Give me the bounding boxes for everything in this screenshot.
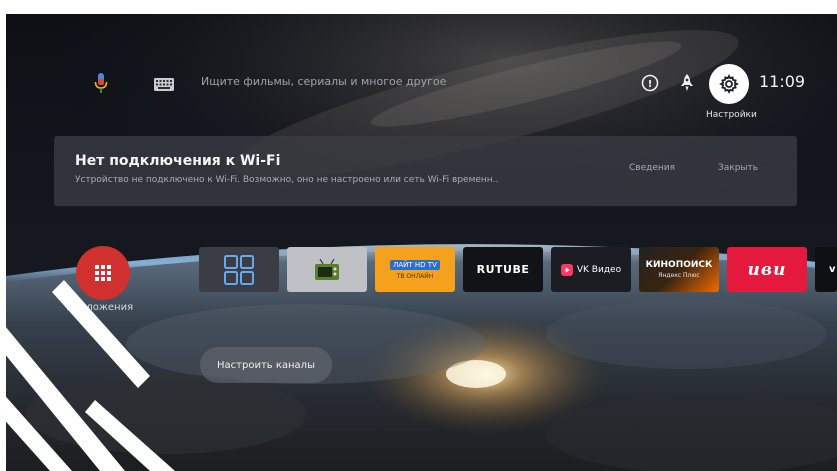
info-glyph: ! [648,79,653,90]
lait-label: ЛАЙТ HD TV [390,259,440,270]
notifications-button[interactable]: ! [638,71,662,95]
setup-channels-label: Настроить каналы [217,359,315,371]
apps-label: Приложения [66,302,134,313]
left-margin [0,0,6,471]
lait-sub: ТВ ОНЛАЙН [396,272,434,280]
wifi-notification-banner: Нет подключения к Wi-Fi Устройство не по… [54,136,797,206]
close-button[interactable]: Закрыть [718,163,758,173]
details-button[interactable]: Сведения [629,163,675,173]
setup-channels-button[interactable]: Настроить каналы [200,347,332,383]
app-tile-rutube[interactable]: RUTUBE [463,247,543,292]
top-bar: Ищите фильмы, сериалы и многое другое ! [6,14,837,154]
tv-screenshot: Ищите фильмы, сериалы и многое другое ! [0,0,837,471]
top-margin [0,0,837,14]
app-tile-vk-video[interactable]: VK Видео [551,247,631,292]
kinopoisk-sub: Яндекс Плюс [658,272,700,279]
app-tile-lait-hd-tv[interactable]: ЛАЙТ HD TV ТВ ОНЛАЙН [375,247,455,292]
gear-icon [719,74,739,94]
kinopoisk-label: КИНОПОИСК [645,260,713,270]
apps-button[interactable] [76,246,130,300]
app-tile-tv-grey[interactable] [287,247,367,292]
info-circle-icon: ! [641,74,659,92]
app-tile-ivi[interactable]: иви [727,247,807,292]
ivi-label: иви [747,259,787,280]
android-tv-home: Ищите фильмы, сериалы и многое другое ! [6,14,837,471]
tv-icon [315,258,339,280]
settings-button[interactable] [709,64,749,104]
search-input[interactable]: Ищите фильмы, сериалы и многое другое [201,75,446,88]
app-tile-partial[interactable]: v [815,247,837,292]
squares-grid-icon [224,254,254,285]
microphone-icon[interactable] [94,73,108,95]
app-tile-grid[interactable] [199,247,279,292]
banner-title: Нет подключения к Wi-Fi [75,153,281,169]
clock: 11:09 [759,72,806,91]
inputs-button[interactable] [675,71,699,95]
vk-label: VK Видео [576,264,622,275]
rutube-label: RUTUBE [476,263,530,276]
settings-label: Настройки [706,110,757,120]
app-tile-kinopoisk[interactable]: КИНОПОИСК Яндекс Плюс [639,247,719,292]
rocket-icon [681,74,693,91]
keyboard-icon[interactable] [154,78,174,91]
vk-play-icon [560,263,573,276]
apps-grid-icon [95,265,111,281]
banner-subtitle: Устройство не подключено к Wi-Fi. Возмож… [75,175,499,185]
partial-tile-label: v [829,264,836,275]
